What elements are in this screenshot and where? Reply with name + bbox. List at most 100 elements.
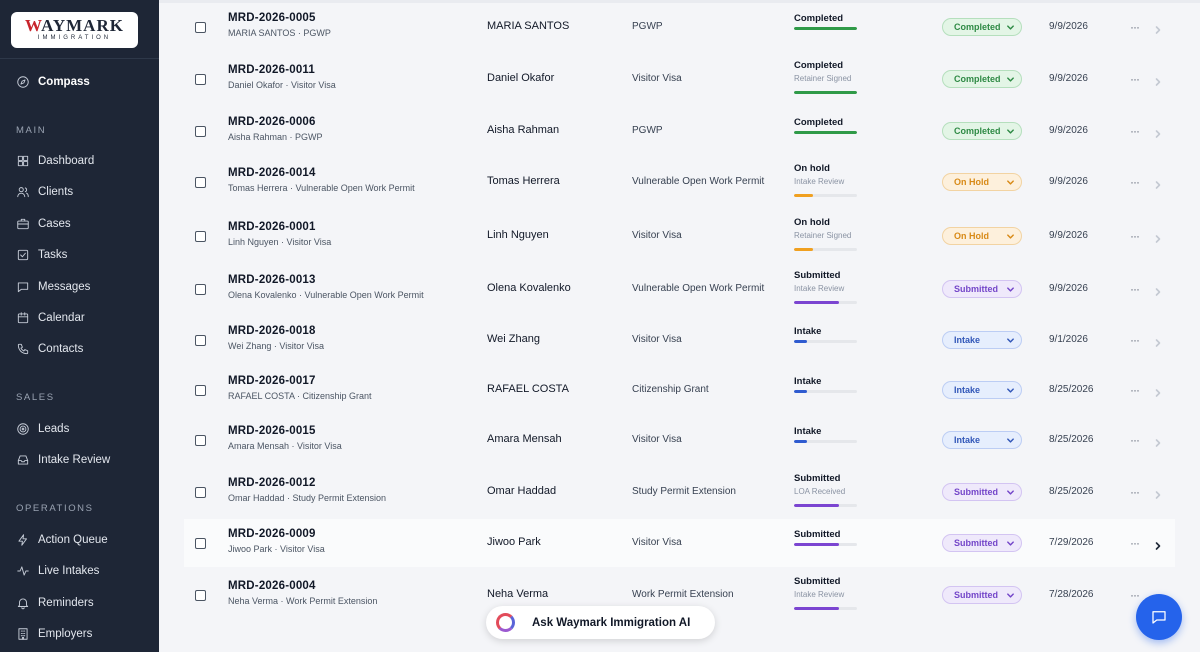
updated-date: 8/25/2026 [1049, 486, 1094, 497]
row-checkbox[interactable] [195, 231, 206, 242]
sidebar-item-action-queue[interactable]: Action Queue [16, 530, 108, 550]
sidebar-item-employers[interactable]: Employers [16, 624, 92, 644]
row-checkbox[interactable] [195, 177, 206, 188]
row-checkbox[interactable] [195, 74, 206, 85]
status-select[interactable]: Submitted [942, 483, 1022, 501]
row-checkbox[interactable] [195, 22, 206, 33]
case-id[interactable]: MRD-2026-0014 [228, 167, 316, 179]
more-actions-icon[interactable]: ··· [1130, 384, 1144, 396]
table-row[interactable]: MRD-2026-0013 Olena Kovalenko · Vulnerabl… [184, 265, 1175, 313]
case-id[interactable]: MRD-2026-0009 [228, 528, 316, 540]
status-select[interactable]: On Hold [942, 173, 1022, 191]
client-name: Neha Verma [487, 588, 549, 600]
sidebar-item-cases[interactable]: Cases [16, 214, 71, 234]
table-row[interactable]: MRD-2026-0005 MARIA SANTOS · PGWP MARIA SA… [184, 3, 1175, 51]
sidebar-item-contacts[interactable]: Contacts [16, 339, 83, 359]
stage-label: Intake [794, 426, 822, 437]
status-select[interactable]: Completed [942, 122, 1022, 140]
row-checkbox[interactable] [195, 538, 206, 549]
sidebar-item-dashboard[interactable]: Dashboard [16, 151, 94, 171]
case-id[interactable]: MRD-2026-0017 [228, 375, 316, 387]
chevron-right-icon[interactable] [1153, 126, 1163, 138]
chevron-right-icon[interactable] [1153, 22, 1163, 34]
status-select[interactable]: Submitted [942, 586, 1022, 604]
more-actions-icon[interactable]: ··· [1130, 283, 1144, 295]
ask-ai-button[interactable]: Ask Waymark Immigration AI [486, 606, 715, 639]
chevron-right-icon[interactable] [1153, 231, 1163, 243]
case-id[interactable]: MRD-2026-0013 [228, 274, 316, 286]
chat-launcher-button[interactable] [1136, 594, 1182, 640]
chevron-right-icon[interactable] [1153, 177, 1163, 189]
sidebar-item-intake-review[interactable]: Intake Review [16, 450, 110, 470]
stage-sublabel: Intake Review [794, 177, 845, 186]
status-select[interactable]: Submitted [942, 534, 1022, 552]
sidebar-item-leads[interactable]: Leads [16, 419, 69, 439]
updated-date: 7/28/2026 [1049, 589, 1094, 600]
table-row[interactable]: MRD-2026-0001 Linh Nguyen · Visitor Visa L… [184, 212, 1175, 260]
client-name: Omar Haddad [487, 485, 557, 497]
row-checkbox[interactable] [195, 590, 206, 601]
case-id[interactable]: MRD-2026-0011 [228, 64, 315, 76]
table-row[interactable]: MRD-2026-0015 Amara Mensah · Visitor Visa… [184, 416, 1175, 464]
more-actions-icon[interactable]: ··· [1130, 73, 1144, 85]
more-actions-icon[interactable]: ··· [1130, 334, 1144, 346]
sidebar-item-live-intakes[interactable]: Live Intakes [16, 561, 99, 581]
sidebar-item-messages[interactable]: Messages [16, 277, 90, 297]
status-select[interactable]: Intake [942, 431, 1022, 449]
brand-logo[interactable]: WAYMARK IMMIGRATION [11, 12, 138, 48]
case-id[interactable]: MRD-2026-0006 [228, 116, 316, 128]
status-select[interactable]: Submitted [942, 280, 1022, 298]
chevron-right-icon[interactable] [1153, 435, 1163, 447]
client-name: MARIA SANTOS [487, 20, 570, 32]
sidebar-item-compass[interactable]: Compass [16, 72, 90, 92]
table-row[interactable]: MRD-2026-0014 Tomas Herrera · Vulnerable … [184, 158, 1175, 206]
case-id[interactable]: MRD-2026-0012 [228, 477, 316, 489]
row-checkbox[interactable] [195, 335, 206, 346]
status-select[interactable]: On Hold [942, 227, 1022, 245]
case-subtitle: Amara Mensah · Visitor Visa [228, 441, 342, 451]
chevron-right-icon[interactable] [1153, 284, 1163, 296]
more-actions-icon[interactable]: ··· [1130, 176, 1144, 188]
table-row[interactable]: MRD-2026-0018 Wei Zhang · Visitor Visa Wei… [184, 316, 1175, 364]
more-actions-icon[interactable]: ··· [1130, 486, 1144, 498]
table-row[interactable]: MRD-2026-0006 Aisha Rahman · PGWP Aisha Ra… [184, 107, 1175, 155]
more-actions-icon[interactable]: ··· [1130, 230, 1144, 242]
table-row[interactable]: MRD-2026-0017 RAFAEL COSTA · Citizenship … [184, 366, 1175, 414]
row-checkbox[interactable] [195, 435, 206, 446]
case-id[interactable]: MRD-2026-0004 [228, 580, 316, 592]
case-type: Visitor Visa [632, 230, 682, 241]
sidebar-item-reminders[interactable]: Reminders [16, 593, 94, 613]
status-select[interactable]: Completed [942, 18, 1022, 36]
status-select[interactable]: Intake [942, 331, 1022, 349]
row-checkbox[interactable] [195, 126, 206, 137]
case-id[interactable]: MRD-2026-0005 [228, 12, 316, 24]
case-id[interactable]: MRD-2026-0018 [228, 325, 316, 337]
sidebar-item-clients[interactable]: Clients [16, 182, 73, 202]
case-id[interactable]: MRD-2026-0015 [228, 425, 316, 437]
stage-label: On hold [794, 163, 830, 174]
row-checkbox[interactable] [195, 385, 206, 396]
chevron-right-icon[interactable] [1153, 538, 1163, 550]
row-checkbox[interactable] [195, 284, 206, 295]
sidebar-item-tasks[interactable]: Tasks [16, 245, 67, 265]
table-row[interactable]: MRD-2026-0011 Daniel Okafor · Visitor Vis… [184, 55, 1175, 103]
stage-progress-fill [794, 248, 813, 251]
chevron-down-icon [1006, 591, 1015, 600]
more-actions-icon[interactable]: ··· [1130, 589, 1144, 601]
chevron-right-icon[interactable] [1153, 335, 1163, 347]
table-row[interactable]: MRD-2026-0012 Omar Haddad · Study Permit … [184, 468, 1175, 516]
table-row[interactable]: MRD-2026-0009 Jiwoo Park · Visitor Visa Ji… [184, 519, 1175, 567]
more-actions-icon[interactable]: ··· [1130, 434, 1144, 446]
zap-icon [18, 534, 27, 546]
chevron-right-icon[interactable] [1153, 74, 1163, 86]
status-select[interactable]: Intake [942, 381, 1022, 399]
case-id[interactable]: MRD-2026-0001 [228, 221, 316, 233]
row-checkbox[interactable] [195, 487, 206, 498]
chevron-right-icon[interactable] [1153, 487, 1163, 499]
more-actions-icon[interactable]: ··· [1130, 21, 1144, 33]
sidebar-item-calendar[interactable]: Calendar [16, 308, 85, 328]
more-actions-icon[interactable]: ··· [1130, 537, 1144, 549]
status-select[interactable]: Completed [942, 70, 1022, 88]
more-actions-icon[interactable]: ··· [1130, 125, 1144, 137]
chevron-right-icon[interactable] [1153, 385, 1163, 397]
